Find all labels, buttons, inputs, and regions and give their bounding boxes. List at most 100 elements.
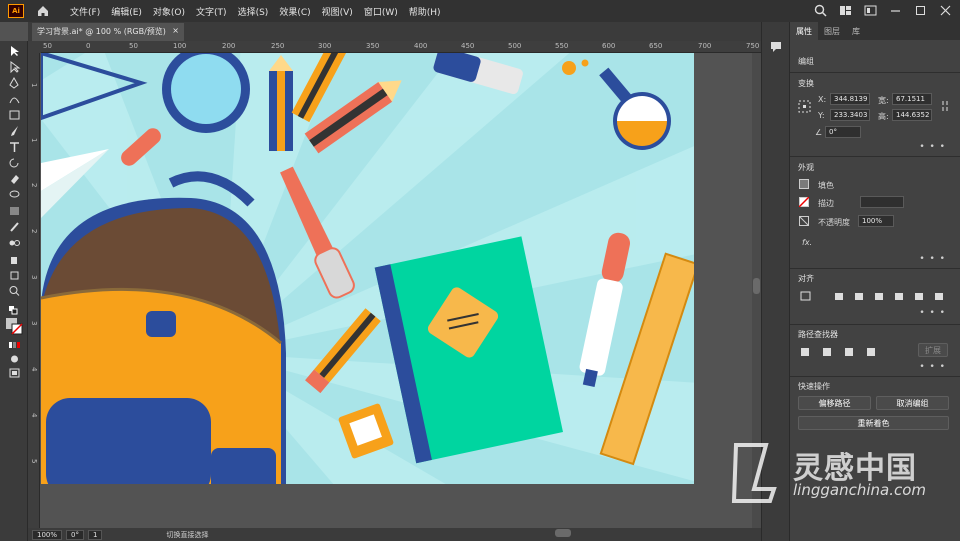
divider — [790, 324, 960, 325]
artboard-nav-field[interactable]: 1 — [87, 529, 103, 540]
ungroup-button[interactable]: 取消编组 — [876, 396, 949, 410]
align-heading: 对齐 — [798, 274, 814, 283]
rectangle-tool-icon[interactable] — [8, 109, 21, 121]
eyedropper-tool-icon[interactable] — [8, 221, 21, 233]
zoom-tool-icon[interactable] — [8, 285, 21, 297]
opacity-field[interactable]: 100% — [858, 215, 894, 227]
rotate-tool-icon[interactable] — [8, 157, 21, 169]
screen-mode-icon[interactable] — [8, 367, 21, 379]
tab-layers[interactable]: 图层 — [818, 22, 846, 40]
gradient-tool-icon[interactable] — [8, 205, 21, 217]
angle-field[interactable]: 0° — [825, 126, 861, 138]
minimize-icon[interactable] — [889, 4, 902, 17]
recolor-button[interactable]: 重新着色 — [798, 416, 949, 430]
tab-libraries[interactable]: 库 — [846, 22, 866, 40]
pathfinder-more-button[interactable]: • • • — [919, 362, 946, 372]
home-icon[interactable] — [36, 4, 50, 18]
direct-selection-tool-icon[interactable] — [8, 61, 21, 73]
align-more-button[interactable]: • • • — [919, 308, 946, 318]
default-colors-icon[interactable] — [8, 305, 21, 317]
arrange-icon[interactable] — [864, 4, 877, 17]
zoom-field[interactable]: 100% — [32, 529, 63, 540]
maximize-icon[interactable] — [914, 4, 927, 17]
lasso-tool-icon[interactable] — [8, 189, 21, 201]
artboard-tool-icon[interactable] — [8, 269, 21, 281]
constrain-proportions-icon[interactable] — [940, 100, 950, 112]
selection-tool-icon[interactable] — [8, 45, 21, 57]
document-tab-bar: 学习背景.ai* @ 100 % (RGB/预览) × — [28, 22, 761, 41]
opacity-icon — [799, 216, 809, 226]
appearance-more-button[interactable]: • • • — [919, 254, 946, 264]
workspace-icon[interactable] — [839, 4, 852, 17]
quick-actions-heading: 快速操作 — [798, 382, 830, 391]
curvature-tool-icon[interactable] — [8, 93, 21, 105]
menu-file[interactable]: 文件(F) — [70, 5, 100, 18]
document-tab[interactable]: 学习背景.ai* @ 100 % (RGB/预览) × — [32, 23, 184, 41]
fill-swatch[interactable] — [799, 179, 809, 189]
y-label: Y: — [818, 111, 825, 120]
menu-window[interactable]: 窗口(W) — [364, 5, 398, 18]
search-icon[interactable] — [814, 4, 827, 17]
flask — [599, 67, 671, 150]
artwork — [41, 53, 694, 484]
ruler-v-tick: 3 — [30, 275, 38, 280]
stroke-weight-field[interactable] — [860, 196, 904, 208]
offset-path-button[interactable]: 偏移路径 — [798, 396, 871, 410]
watermark-url: lingganchina.com — [793, 481, 927, 499]
eraser-tool-icon[interactable] — [8, 173, 21, 185]
menu-effect[interactable]: 效果(C) — [279, 5, 310, 18]
ruler-h-tick: 400 — [414, 42, 428, 50]
menu-help[interactable]: 帮助(H) — [409, 5, 441, 18]
menu-object[interactable]: 对象(O) — [153, 5, 185, 18]
stroke-label: 描边 — [818, 199, 834, 208]
ruler-h-tick: 500 — [508, 42, 522, 50]
menu-type[interactable]: 文字(T) — [196, 5, 227, 18]
blend-tool-icon[interactable] — [8, 237, 21, 249]
ruler-h-tick: 650 — [649, 42, 663, 50]
horizontal-ruler[interactable]: 50 0 50 100 200 250 300 350 400 450 500 … — [41, 41, 761, 53]
y-field[interactable]: 233.3403 — [830, 109, 870, 121]
fill-stroke-swatch-icon[interactable] — [5, 317, 23, 335]
artboard[interactable] — [41, 53, 694, 484]
appearance-heading: 外观 — [798, 163, 814, 172]
menu-select[interactable]: 选择(S) — [238, 5, 269, 18]
draw-mode-icon[interactable] — [8, 353, 21, 365]
close-tab-icon[interactable]: × — [172, 26, 179, 35]
vertical-ruler[interactable]: 1 1 2 2 3 3 4 4 5 — [28, 53, 40, 528]
tools-panel — [0, 41, 28, 541]
rotate-field[interactable]: 0° — [66, 529, 84, 540]
height-label: 高: — [878, 112, 889, 121]
reference-point-icon[interactable] — [798, 100, 811, 113]
comments-icon[interactable] — [770, 41, 782, 53]
horizontal-scroll-thumb[interactable] — [555, 529, 571, 537]
menu-edit[interactable]: 编辑(E) — [111, 5, 142, 18]
transform-more-button[interactable]: • • • — [919, 142, 946, 152]
document-tab-title: 学习背景.ai* @ 100 % (RGB/预览) — [37, 27, 166, 36]
ruler-v-tick: 3 — [30, 321, 38, 326]
tab-properties[interactable]: 属性 — [790, 22, 818, 40]
ruler-v-tick: 1 — [30, 83, 38, 88]
vertical-scroll-thumb[interactable] — [753, 278, 760, 294]
angle-label-icon: ∠ — [815, 128, 823, 137]
type-tool-icon[interactable] — [8, 141, 21, 153]
align-buttons-icon[interactable] — [799, 290, 949, 302]
close-icon[interactable] — [939, 4, 952, 17]
ruler-v-tick: 2 — [30, 229, 38, 234]
dots — [562, 59, 589, 75]
ruler-h-tick: 750 — [746, 42, 760, 50]
width-field[interactable]: 67.1511 — [892, 93, 932, 105]
transform-heading: 变换 — [798, 79, 814, 88]
pathfinder-buttons-icon[interactable] — [799, 346, 889, 358]
fx-button[interactable]: fx. — [802, 238, 812, 247]
pencil-1 — [269, 55, 293, 151]
height-field[interactable]: 144.6352 — [892, 109, 932, 121]
menu-view[interactable]: 视图(V) — [322, 5, 353, 18]
paintbrush-tool-icon[interactable] — [8, 125, 21, 137]
pen-tool-icon[interactable] — [8, 77, 21, 89]
symbol-sprayer-tool-icon[interactable] — [8, 253, 21, 265]
color-mode-icon[interactable] — [8, 339, 21, 351]
stroke-swatch-icon[interactable] — [799, 197, 809, 207]
ruler-h-tick: 100 — [173, 42, 187, 50]
expand-button[interactable]: 扩展 — [918, 343, 948, 357]
x-field[interactable]: 344.8139 — [830, 93, 870, 105]
